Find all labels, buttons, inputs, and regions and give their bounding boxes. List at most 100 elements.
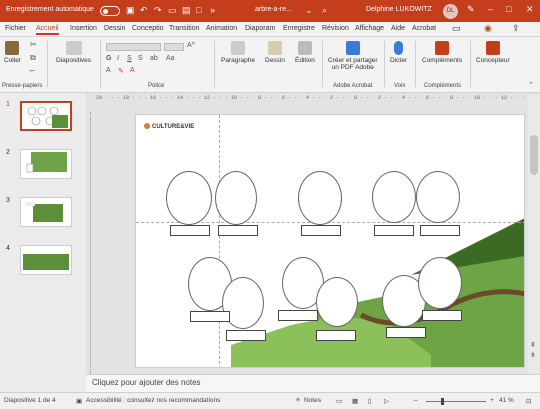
paste-button[interactable]: Coller [4,41,21,64]
horizontal-ruler: 20 · · · 18 · · · 16 · · · 14 · · · 12 ·… [96,95,526,101]
portrait-oval-2[interactable] [215,171,257,225]
vertical-scrollbar[interactable]: ⇞ ⇟ [528,95,540,391]
spell-check-icon[interactable]: ▣ [76,397,82,405]
portrait-oval-11[interactable] [418,257,462,309]
tab-transition[interactable]: Transition [169,25,199,32]
designer-button[interactable]: Concepteur [476,41,510,64]
notes-toggle-icon[interactable]: ≡ [296,397,300,404]
tab-fichier[interactable]: Fichier [5,25,26,32]
highlight-icon[interactable]: ✎ [118,67,124,75]
portrait-oval-5[interactable] [416,171,460,223]
notes-toggle[interactable]: Notes [304,397,321,404]
minimize-icon[interactable]: – [488,4,493,14]
name-box-5[interactable] [420,225,460,236]
font-color-icon[interactable]: A [130,67,135,74]
fit-slide-icon[interactable]: ⊡ [526,397,531,405]
dropdown-chevron-icon[interactable]: ⌄ [305,5,313,16]
slides-button[interactable]: Diapositives [56,41,91,64]
editing-button[interactable]: Édition [295,41,315,64]
name-box-6[interactable] [190,311,230,322]
tab-affichage[interactable]: Affichage [355,25,384,32]
case-icon[interactable]: Aa [166,55,175,62]
redo-icon[interactable]: ↷ [154,5,162,16]
name-box-2[interactable] [218,225,258,236]
tab-conception[interactable]: Conceptio [132,25,164,32]
tab-insertion[interactable]: Insertion [70,25,97,32]
close-icon[interactable]: ✕ [526,4,534,15]
name-box-4[interactable] [374,225,414,236]
zoom-slider-knob[interactable] [441,398,444,405]
notes-placeholder[interactable]: Cliquez pour ajouter des notes [92,378,201,387]
record-icon[interactable]: ◉ [484,23,492,34]
tab-diaporama[interactable]: Diaporam [245,25,275,32]
italic-icon[interactable]: I [117,55,119,62]
name-box-11[interactable] [422,310,462,321]
name-box-3[interactable] [301,225,341,236]
tab-dessin[interactable]: Dessin [104,25,125,32]
comments-icon[interactable]: ▭ [452,23,461,34]
prev-slide-icon[interactable]: ⇞ [530,341,536,349]
tab-acrobat[interactable]: Acrobat [412,25,436,32]
spacing-icon[interactable]: ab [150,55,158,62]
zoom-level[interactable]: 41 % [499,397,514,404]
bold-icon[interactable]: G [106,55,111,62]
tab-accueil[interactable]: Accueil [36,25,59,35]
sorter-view-icon[interactable]: ▦ [352,397,358,405]
portrait-oval-9[interactable] [316,277,358,327]
search-icon[interactable]: ⌕ [322,5,327,16]
font-name-box[interactable] [106,43,161,51]
undo-icon[interactable]: ↶ [140,5,148,16]
name-box-9[interactable] [316,330,356,341]
copy-icon[interactable]: ⧉ [30,53,36,63]
avatar[interactable]: DL [443,4,458,19]
drawing-button[interactable]: Dessin [265,41,285,64]
maximize-icon[interactable]: □ [506,4,511,14]
save-icon[interactable]: ▣ [126,5,135,16]
name-box-1[interactable] [170,225,210,236]
create-pdf-button[interactable]: Créer et partager un PDF Adobe [328,41,378,71]
tab-revision[interactable]: Révision [322,25,349,32]
name-box-10[interactable] [386,327,426,338]
zoom-in-icon[interactable]: + [490,397,494,404]
thumb-slide-2[interactable] [20,149,72,179]
zoom-out-icon[interactable]: – [414,397,418,404]
name-box-7[interactable] [226,330,266,341]
autosave-toggle[interactable] [100,6,120,16]
addins-button[interactable]: Compléments [422,41,462,64]
slide-canvas[interactable]: CULTURE&VIE [135,114,525,368]
name-box-8[interactable] [278,310,318,321]
thumb-slide-3[interactable] [20,197,72,227]
zoom-slider[interactable] [426,401,486,402]
next-slide-icon[interactable]: ⇟ [530,351,536,359]
tab-enregistrer[interactable]: Enregistre [283,25,315,32]
paragraph-button[interactable]: Paragraphe [221,41,255,64]
slideshow-view-icon[interactable]: ▷ [384,397,389,405]
reading-view-icon[interactable]: ▯ [368,397,372,405]
thumb-slide-1[interactable] [20,101,72,131]
tab-aide[interactable]: Aide [391,25,405,32]
portrait-oval-1[interactable] [166,171,212,225]
strike-icon[interactable]: S [138,55,143,62]
dictate-button[interactable]: Dicter [390,41,407,64]
accessibility-status[interactable]: Accessibilité : consultez nos recommanda… [86,397,220,404]
grow-font-icon[interactable]: A^ [187,42,195,49]
blank-icon[interactable]: □ [196,5,201,15]
folder-icon[interactable]: ▭ [168,5,177,16]
underline-icon[interactable]: S [127,55,132,62]
format-painter-icon[interactable]: ⌐ [30,66,35,75]
thumb-slide-4[interactable] [20,245,72,275]
cut-icon[interactable]: ✂ [30,40,37,49]
present-icon[interactable]: ▤ [182,5,191,16]
portrait-oval-4[interactable] [372,171,416,223]
collapse-ribbon-icon[interactable]: ⌃ [528,81,534,89]
clear-format-icon[interactable]: A [106,67,111,74]
pen-icon[interactable]: ✎ [467,4,475,15]
font-size-box[interactable] [164,43,184,51]
share-icon[interactable]: ⇪ [512,23,520,34]
tab-animation[interactable]: Animation [206,25,237,32]
scroll-thumb[interactable] [530,135,538,175]
notes-pane[interactable]: Cliquez pour ajouter des notes [86,374,540,392]
normal-view-icon[interactable]: ▭ [336,397,342,405]
more-chevron-icon[interactable]: » [210,5,215,15]
portrait-oval-3[interactable] [298,171,342,225]
